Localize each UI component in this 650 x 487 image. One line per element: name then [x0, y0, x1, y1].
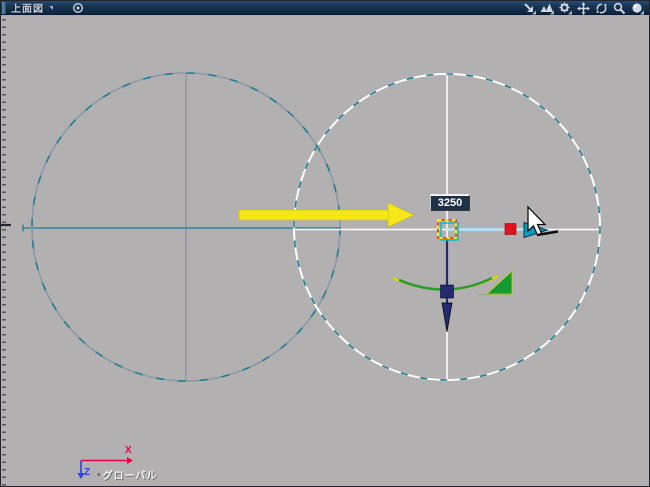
dimension-tooltip: 3250 — [430, 194, 470, 211]
move-manipulator — [392, 219, 559, 333]
titlebar-tool-icons — [521, 1, 645, 15]
scale-handle[interactable] — [485, 270, 513, 295]
annotation-arrow — [238, 202, 415, 228]
titlebar-accent — [2, 2, 6, 14]
z-axis-label: Z — [84, 467, 91, 478]
orbit-icon[interactable] — [593, 2, 609, 15]
viewport-window: 上面図 3250 X Z ▾ グローバル — [0, 0, 650, 487]
sphere-view-icon[interactable] — [629, 2, 645, 15]
z-axis-handle-square[interactable] — [440, 284, 454, 299]
viewport-canvas[interactable] — [1, 1, 650, 487]
pointer-tool-icon[interactable] — [521, 2, 537, 15]
x-axis-label: X — [125, 445, 132, 456]
display-mode-icon[interactable] — [539, 2, 555, 15]
x-axis-arrowhead — [127, 457, 133, 464]
z-axis-arrowhead[interactable] — [441, 302, 453, 333]
viewport-titlebar: 上面図 — [1, 1, 649, 15]
view-menu-button[interactable]: 上面図 — [11, 0, 54, 15]
settings-gear-icon[interactable] — [557, 2, 573, 15]
target-icon[interactable] — [72, 2, 84, 14]
zoom-icon[interactable] — [611, 2, 627, 15]
view-title: 上面図 — [11, 4, 44, 15]
coordinate-space-label: グローバル — [102, 471, 158, 482]
coordinate-space-selector[interactable]: ▾ グローバル — [97, 467, 157, 482]
coordinate-dropdown-icon: ▾ — [97, 471, 101, 479]
view-menu-dropdown-icon — [49, 5, 53, 10]
pan-icon[interactable] — [575, 1, 591, 15]
x-move-handle[interactable] — [504, 223, 517, 235]
